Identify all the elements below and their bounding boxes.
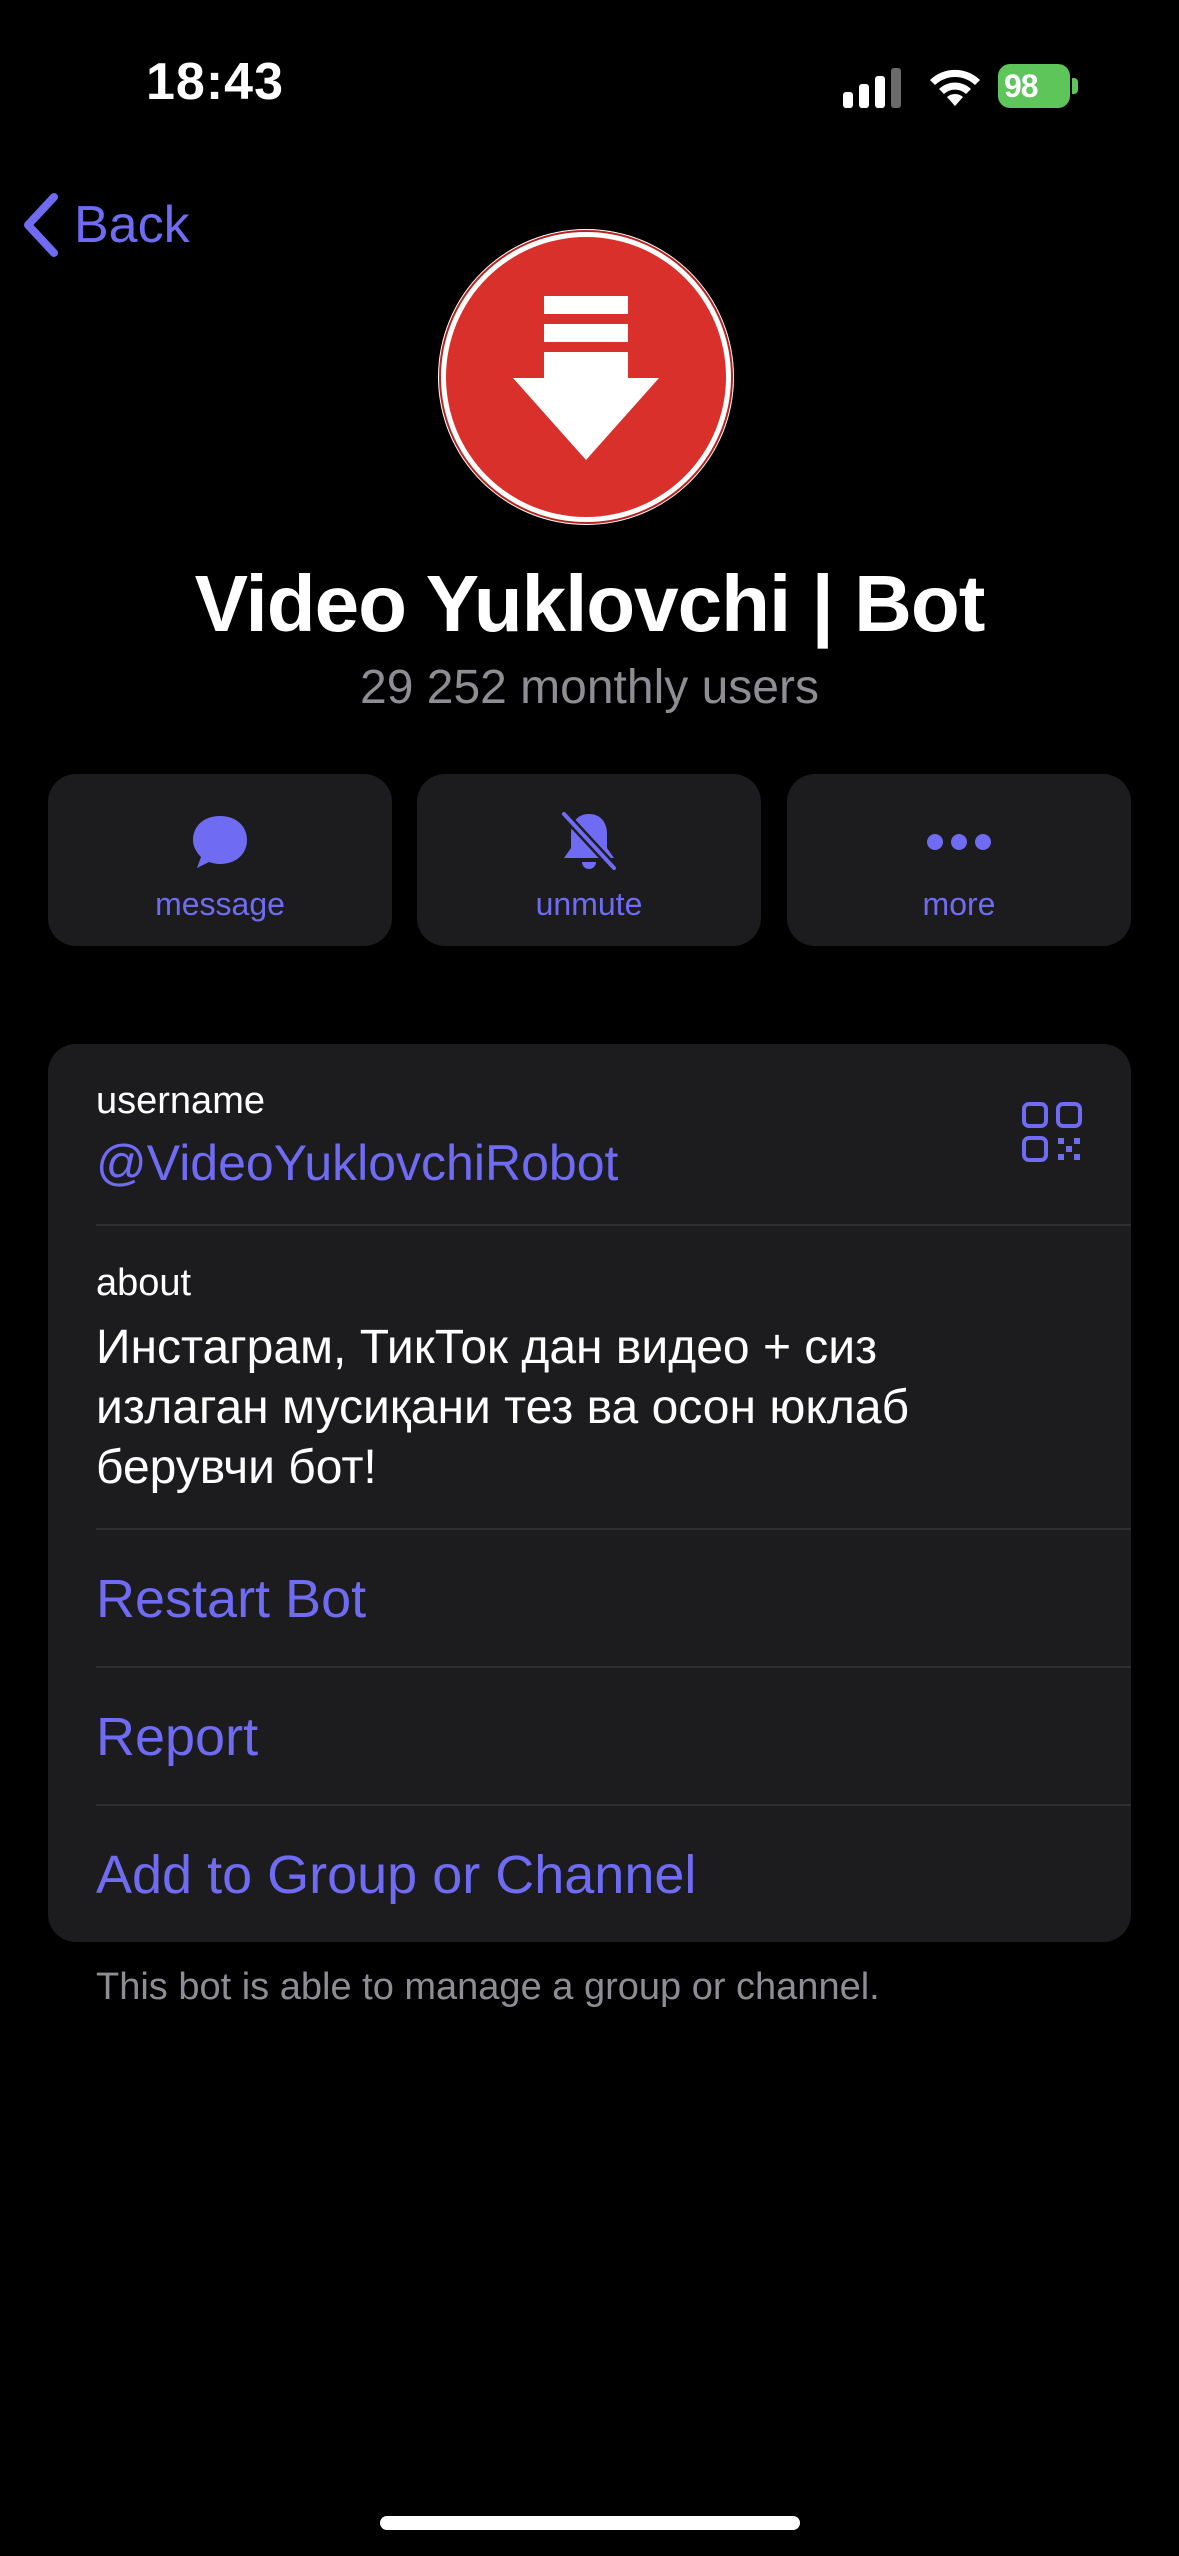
unmute-button[interactable]: unmute [417,774,761,946]
message-label: message [155,886,285,922]
bot-avatar[interactable] [437,228,735,526]
battery-level: 98 [1004,68,1039,104]
group-management-note: This bot is able to manage a group or ch… [96,1966,880,2008]
chevron-left-icon [24,193,58,257]
divider [96,1666,1131,1668]
chat-bubble-icon [193,816,247,868]
username-label: username [96,1080,265,1122]
about-text: Инстаграм, ТикТок дан видео + сиз излага… [96,1321,910,1494]
report-button[interactable]: Report [96,1706,258,1768]
bot-name: Video Yuklovchi | Bot [194,559,986,648]
battery-icon: 98 [998,64,1078,108]
message-button[interactable]: message [48,774,392,946]
ellipsis-icon [927,834,991,850]
qr-code-icon[interactable] [1022,1102,1082,1162]
username-link[interactable]: @VideoYuklovchiRobot [96,1134,618,1192]
unmute-label: unmute [535,886,643,922]
about-label: about [96,1262,192,1304]
back-button[interactable]: Back [20,190,190,260]
add-to-group-button[interactable]: Add to Group or Channel [96,1844,696,1906]
restart-bot-button[interactable]: Restart Bot [96,1568,366,1630]
back-label: Back [74,196,190,254]
divider [96,1804,1131,1806]
status-time: 18:43 [146,53,284,111]
home-indicator[interactable] [380,2516,800,2530]
monthly-users: 29 252 monthly users [360,661,819,714]
more-label: more [922,886,996,922]
more-button[interactable]: more [787,774,1131,946]
wifi-icon [930,69,980,106]
info-card: username @VideoYuklovchiRobot about Инст… [48,1044,1131,1942]
divider [96,1224,1131,1226]
divider [96,1528,1131,1530]
bell-slash-icon [560,810,618,872]
cellular-signal-icon [843,68,901,108]
